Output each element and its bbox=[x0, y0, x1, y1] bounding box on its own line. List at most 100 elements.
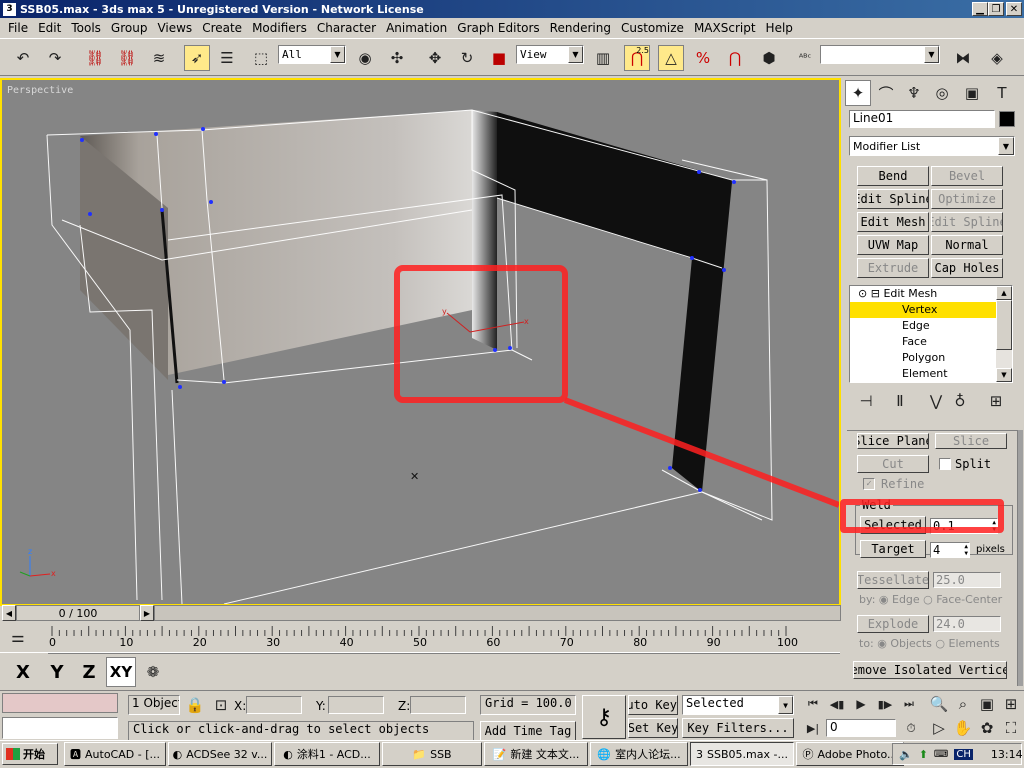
add-time-tag-button[interactable]: Add Time Tag bbox=[480, 721, 576, 741]
select-and-link-icon[interactable]: ⛓ bbox=[82, 45, 108, 71]
go-to-start-icon[interactable]: ⏮ bbox=[800, 691, 826, 717]
time-configuration-icon[interactable]: ⏱ bbox=[898, 715, 924, 741]
menu-help[interactable]: Help bbox=[761, 21, 798, 35]
menu-rendering[interactable]: Rendering bbox=[545, 21, 616, 35]
make-unique-icon[interactable]: ⋁ bbox=[923, 388, 949, 414]
taskbar-item[interactable]: 📝 新建 文本文... bbox=[484, 742, 588, 766]
explode-spinner[interactable]: 24.0 bbox=[933, 616, 1001, 632]
menu-create[interactable]: Create bbox=[197, 21, 247, 35]
percent-snap-icon[interactable]: % bbox=[690, 45, 716, 71]
pan-icon[interactable]: ✋ bbox=[950, 715, 976, 741]
stack-item-edge[interactable]: Edge bbox=[850, 318, 996, 334]
scale-icon[interactable]: ■ bbox=[486, 45, 512, 71]
time-slider-next[interactable]: ▶ bbox=[140, 605, 154, 621]
network-icon[interactable]: ⬆ bbox=[919, 748, 928, 761]
slice-button[interactable]: Slice bbox=[935, 433, 1007, 449]
object-name-field[interactable]: Line01 bbox=[849, 110, 995, 128]
start-button[interactable]: 开始 bbox=[2, 743, 58, 765]
next-frame-icon[interactable]: ▮▶ bbox=[872, 691, 898, 717]
key-mode-dropdown[interactable]: Selected ▼ bbox=[682, 695, 794, 715]
taskbar-item[interactable]: ◐ ACDSee 32 v... bbox=[168, 742, 272, 766]
pivot-icon[interactable]: ✣ bbox=[384, 45, 410, 71]
menu-tools[interactable]: Tools bbox=[66, 21, 106, 35]
axis-y-button[interactable]: Y bbox=[42, 657, 72, 687]
explode-to-options[interactable]: to: ◉ Objects ○ Elements bbox=[859, 637, 1000, 650]
maxscript-input[interactable] bbox=[2, 717, 118, 739]
taskbar-item[interactable]: ◐ 涂料1 - ACD... bbox=[274, 742, 380, 766]
show-end-result-icon[interactable]: Ⅱ bbox=[887, 388, 913, 414]
snaps-toggle-icon[interactable]: ⋂ 2.5 bbox=[624, 45, 650, 71]
field-of-view-icon[interactable]: ▷ bbox=[926, 715, 952, 741]
weld-target-button[interactable]: Target bbox=[860, 540, 926, 558]
taskbar-item[interactable]: 🌐 室内人论坛... bbox=[590, 742, 688, 766]
selection-filter-dropdown[interactable]: All ▼ bbox=[278, 45, 346, 64]
menu-group[interactable]: Group bbox=[106, 21, 153, 35]
pin-stack-icon[interactable]: ⊣ bbox=[853, 388, 879, 414]
bind-space-warp-icon[interactable]: ≋ bbox=[146, 45, 172, 71]
previous-frame-icon[interactable]: ◀▮ bbox=[824, 691, 850, 717]
lock-selection-icon[interactable]: 🔒 bbox=[182, 692, 208, 718]
select-and-manipulate-icon[interactable]: ◉ bbox=[352, 45, 378, 71]
configure-sets-icon[interactable]: ⊞ bbox=[983, 388, 1009, 414]
minimize-button[interactable]: ▁ bbox=[972, 2, 988, 16]
slice-plane-button[interactable]: Slice Plane bbox=[857, 433, 929, 449]
scroll-down-icon[interactable]: ▼ bbox=[996, 368, 1012, 382]
target-pixels-spinner[interactable]: 4 ▲ ▼ bbox=[930, 542, 970, 558]
select-by-name-icon[interactable]: ☰ bbox=[214, 45, 240, 71]
y-coordinate-field[interactable] bbox=[328, 696, 384, 714]
modifier-button-edit-spline[interactable]: Edit Spline bbox=[931, 212, 1003, 232]
rollout-scrollbar[interactable] bbox=[1017, 430, 1023, 686]
menu-character[interactable]: Character bbox=[312, 21, 381, 35]
trackbar-toggle-icon[interactable]: ⚌ bbox=[4, 626, 32, 648]
stack-item-edit-mesh[interactable]: ⊙ ⊟ Edit Mesh bbox=[850, 286, 996, 302]
ime-icon[interactable]: ⌨ bbox=[934, 749, 948, 760]
named-selection-icon[interactable]: ⬢ bbox=[756, 45, 782, 71]
constraints-flyout-icon[interactable]: ❁ bbox=[140, 659, 166, 685]
menu-edit[interactable]: Edit bbox=[33, 21, 66, 35]
modifier-stack[interactable]: ⊙ ⊟ Edit Mesh Vertex Edge Face Polygon Elemen… bbox=[849, 285, 1013, 383]
modifier-button-normal[interactable]: Normal bbox=[931, 235, 1003, 255]
tessellate-spinner[interactable]: 25.0 bbox=[933, 572, 1001, 588]
scroll-up-icon[interactable]: ▲ bbox=[996, 286, 1012, 300]
object-color-swatch[interactable] bbox=[999, 111, 1015, 127]
arc-rotate-icon[interactable]: ✿ bbox=[974, 715, 1000, 741]
play-icon[interactable]: ▶ bbox=[848, 691, 874, 717]
viewport-perspective[interactable]: Perspective x y ✕ z x bbox=[0, 78, 841, 606]
modifier-button-edit-mesh[interactable]: Edit Mesh bbox=[857, 212, 929, 232]
remove-modifier-icon[interactable]: ♁ bbox=[947, 388, 973, 414]
x-coordinate-field[interactable] bbox=[246, 696, 302, 714]
named-selection-sets-dropdown[interactable]: ▼ bbox=[820, 45, 940, 64]
split-checkbox[interactable]: Split bbox=[939, 457, 991, 471]
modifier-button-edit-spline[interactable]: Edit Spline bbox=[857, 189, 929, 209]
language-indicator[interactable]: CH bbox=[954, 748, 973, 760]
modify-tab-icon[interactable]: ⌒ bbox=[873, 80, 899, 106]
zoom-extents-icon[interactable]: ▣ bbox=[974, 691, 1000, 717]
rotate-icon[interactable]: ↻ bbox=[454, 45, 480, 71]
modifier-button-cap-holes[interactable]: Cap Holes bbox=[931, 258, 1003, 278]
light-bulb-icon[interactable]: ⊙ ⊟ bbox=[858, 287, 883, 300]
undo-icon[interactable]: ↶ bbox=[10, 45, 36, 71]
reference-coord-dropdown[interactable]: View ▼ bbox=[516, 45, 584, 64]
set-key-button[interactable]: Set Key bbox=[628, 718, 678, 738]
redo-icon[interactable]: ↷ bbox=[42, 45, 68, 71]
key-filters-button[interactable]: Key Filters... bbox=[682, 718, 794, 738]
axis-x-button[interactable]: X bbox=[8, 657, 38, 687]
zoom-all-icon[interactable]: ⌕ bbox=[950, 691, 976, 717]
explode-button[interactable]: Explode bbox=[857, 615, 929, 633]
remove-isolated-vertices-button[interactable]: Remove Isolated Vertices bbox=[853, 661, 1007, 679]
volume-icon[interactable]: 🔈 bbox=[899, 748, 913, 761]
stack-item-face[interactable]: Face bbox=[850, 334, 996, 350]
auto-key-button[interactable]: Auto Key bbox=[628, 695, 678, 715]
axis-z-button[interactable]: Z bbox=[74, 657, 104, 687]
modifier-button-bevel[interactable]: Bevel bbox=[931, 166, 1003, 186]
stack-scrollbar[interactable]: ▲ ▼ bbox=[996, 286, 1012, 382]
modifier-button-uvw-map[interactable]: UVW Map bbox=[857, 235, 929, 255]
menu-views[interactable]: Views bbox=[152, 21, 197, 35]
modifier-button-optimize[interactable]: Optimize bbox=[931, 189, 1003, 209]
go-to-end-icon[interactable]: ⏭ bbox=[896, 691, 922, 717]
maximize-viewport-icon[interactable]: ⛶ bbox=[998, 715, 1024, 741]
current-frame-field[interactable]: 0 bbox=[826, 719, 896, 737]
key-mode-toggle-icon[interactable]: ▶| bbox=[800, 715, 826, 741]
time-slider-track[interactable] bbox=[154, 605, 841, 621]
zoom-icon[interactable]: 🔍 bbox=[926, 691, 952, 717]
